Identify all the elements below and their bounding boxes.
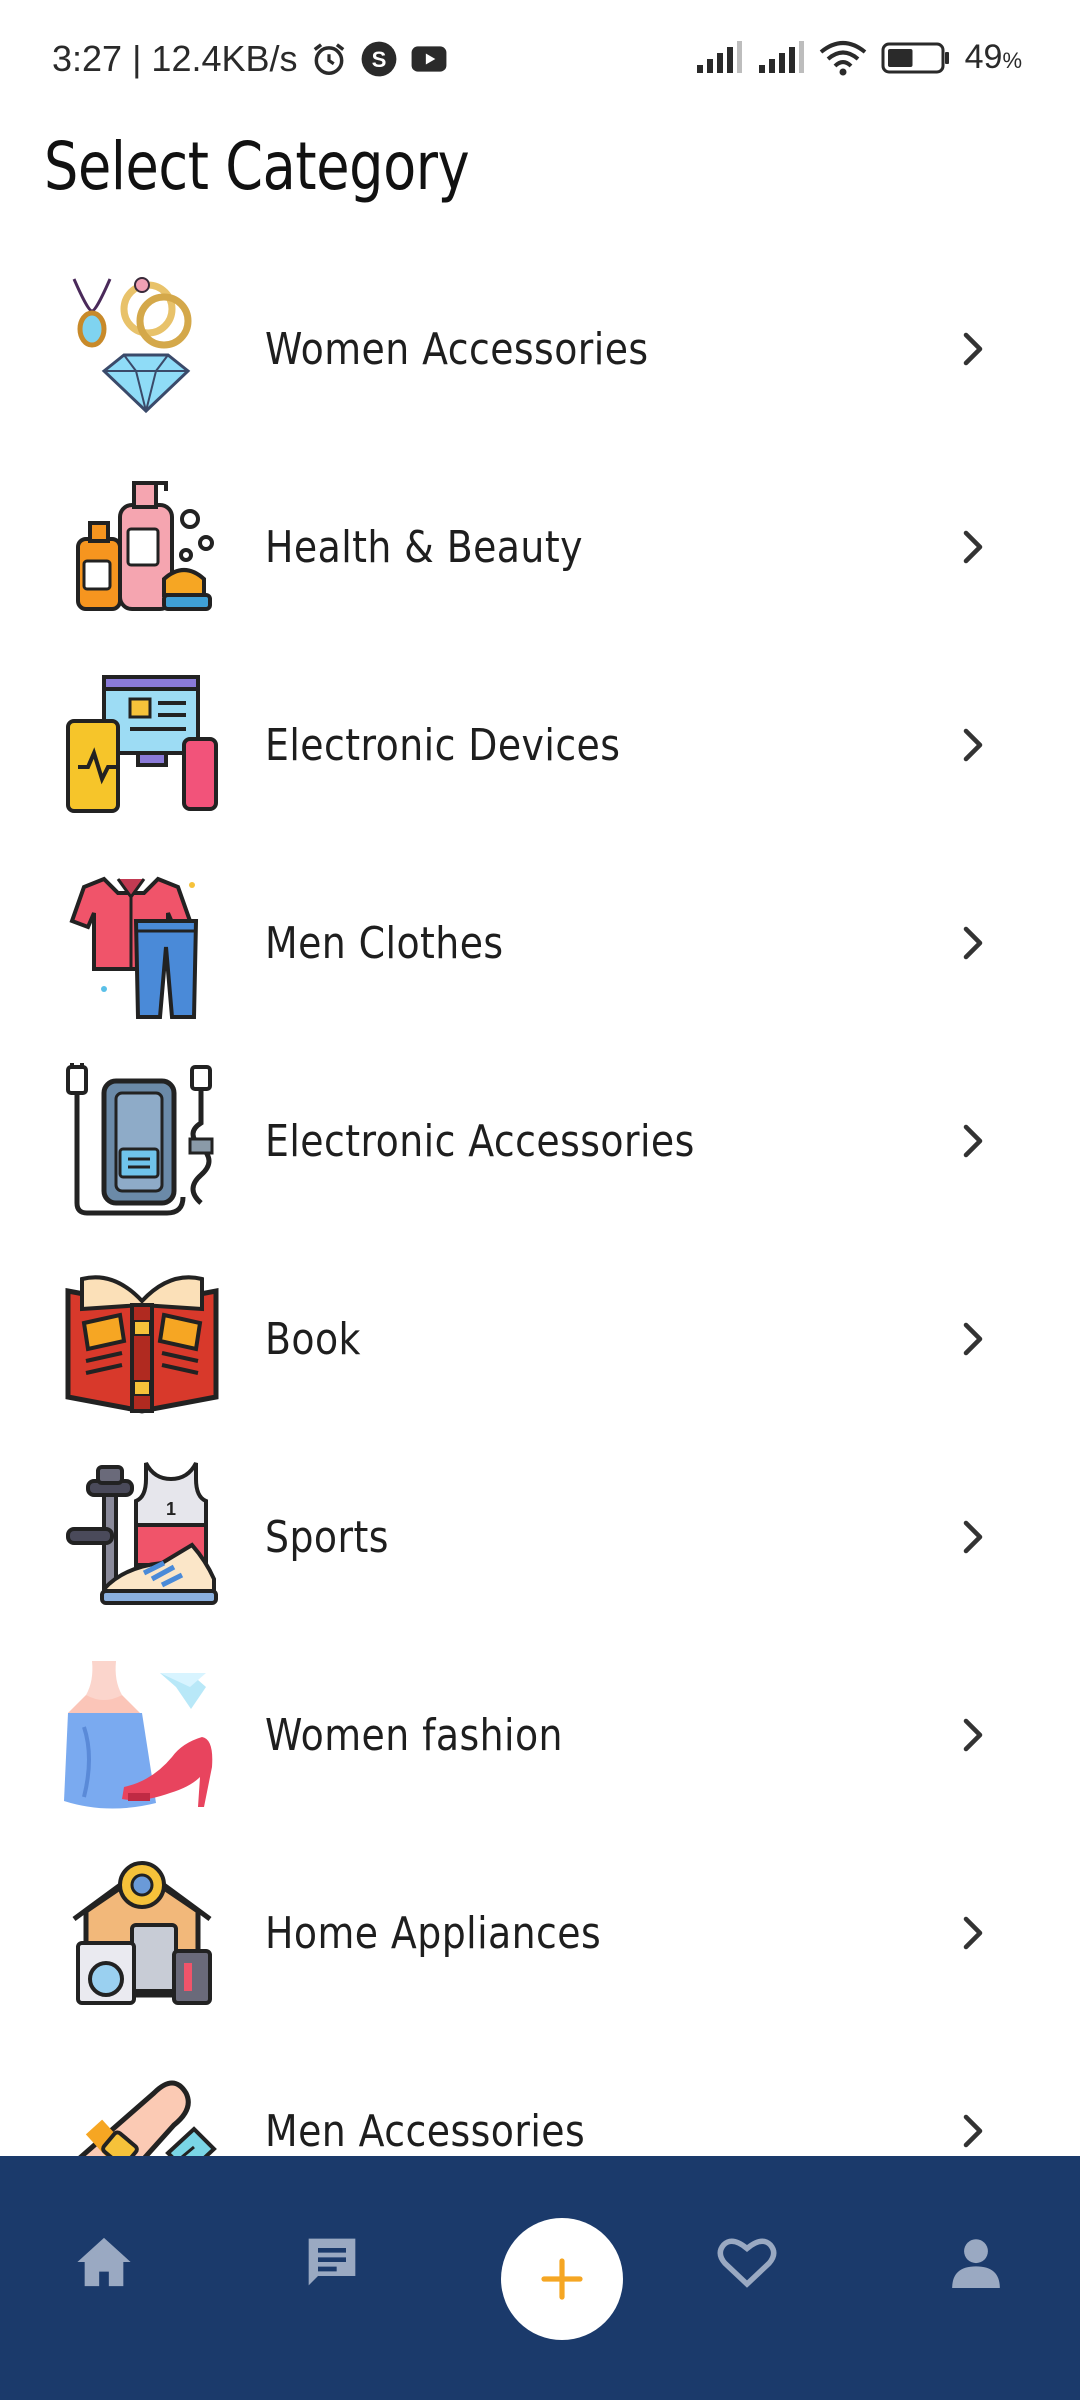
chevron-right-icon (963, 1718, 983, 1752)
chevron-right-icon (963, 1916, 983, 1950)
chevron-right-icon (963, 728, 983, 762)
status-bar: 3:27 | 12.4KB/s S 49% (0, 0, 1080, 120)
chevron-right-icon (963, 1322, 983, 1356)
chat-icon (308, 2238, 356, 2286)
status-left: 3:27 | 12.4KB/s S (52, 38, 448, 80)
add-icon (541, 2258, 583, 2300)
signal-icon (696, 40, 742, 73)
nav-home-button[interactable] (68, 2226, 140, 2298)
page-title: Select Category (44, 128, 470, 205)
shirt-jeans-icon (69, 876, 199, 1019)
category-label: Home Appliances (265, 1907, 602, 1959)
category-label: Electronic Devices (265, 719, 621, 771)
category-label: Health & Beauty (265, 521, 583, 573)
chevron-right-icon (963, 332, 983, 366)
alarm-icon (313, 43, 344, 75)
s-app-icon: S (361, 41, 396, 77)
home-icon (77, 2237, 131, 2287)
category-label: Women Accessories (265, 323, 649, 375)
home-appliances-icon (72, 1861, 212, 2005)
chevron-right-icon (963, 530, 983, 564)
jewelry-icon (72, 277, 192, 414)
category-row-women-fashion[interactable]: Women fashion (0, 1636, 1080, 1834)
category-label: Electronic Accessories (265, 1115, 695, 1167)
battery-percent: 49% (965, 38, 1022, 77)
category-row-home-appliances[interactable]: Home Appliances (0, 1834, 1080, 2032)
category-row-men-clothes[interactable]: Men Clothes (0, 844, 1080, 1042)
category-row-men-accessories[interactable]: Men Accessories (0, 2032, 1080, 2156)
chevron-right-icon (963, 1124, 983, 1158)
dress-heel-icon (64, 1661, 213, 1809)
book-icon (65, 1275, 219, 1414)
category-label: Men Accessories (265, 2105, 586, 2157)
nav-favorites-button[interactable] (711, 2226, 783, 2298)
profile-icon (952, 2239, 1000, 2288)
devices-icon (66, 675, 218, 813)
watch-icon (78, 2080, 217, 2156)
category-row-electronic-accessories[interactable]: Electronic Accessories (0, 1042, 1080, 1240)
category-label: Men Clothes (265, 917, 504, 969)
category-row-book[interactable]: Book (0, 1240, 1080, 1438)
add-button[interactable] (501, 2218, 623, 2340)
power-bank-icon (66, 1063, 214, 1216)
youtube-icon (411, 46, 446, 72)
battery-icon (881, 42, 949, 73)
chevron-right-icon (963, 2114, 983, 2148)
svg-text:S: S (371, 47, 386, 72)
category-label: Sports (265, 1511, 389, 1563)
category-row-health-beauty[interactable]: Health & Beauty (0, 448, 1080, 646)
nav-chat-button[interactable] (296, 2226, 368, 2298)
signal-icon (758, 40, 804, 73)
bottom-nav (0, 2156, 1080, 2400)
status-right: 49% (695, 38, 1022, 77)
wifi-icon (819, 40, 866, 75)
category-row-electronic-devices[interactable]: Electronic Devices (0, 646, 1080, 844)
sports-icon: 1 (66, 1462, 218, 1605)
svg-text:1: 1 (166, 1499, 176, 1519)
category-label: Book (265, 1313, 361, 1365)
category-list[interactable]: Women Accessories Health & Beauty Electr… (0, 250, 1080, 2156)
nav-profile-button[interactable] (940, 2226, 1012, 2298)
category-row-women-accessories[interactable]: Women Accessories (0, 250, 1080, 448)
battery-percent-unit: % (1002, 48, 1022, 73)
heart-icon (717, 2238, 777, 2288)
category-label: Women fashion (265, 1709, 563, 1761)
chevron-right-icon (963, 926, 983, 960)
battery-percent-value: 49 (964, 38, 1003, 76)
category-row-sports[interactable]: 1 Sports (0, 1438, 1080, 1636)
cosmetics-icon (76, 481, 214, 611)
status-time-speed: 3:27 | 12.4KB/s (52, 38, 298, 79)
chevron-right-icon (963, 1520, 983, 1554)
